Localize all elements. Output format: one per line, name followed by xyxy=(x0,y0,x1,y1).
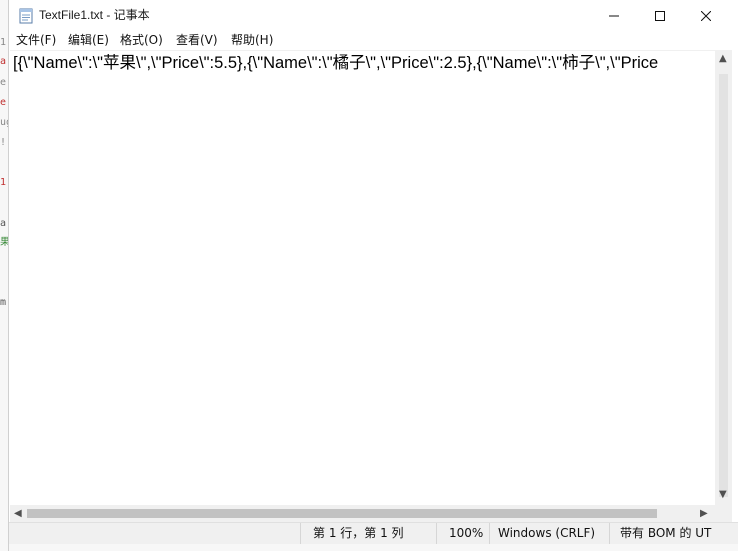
notepad-window: TextFile1.txt - 记事本 文件(F) 编辑(E) 格式(O) 查看… xyxy=(8,0,738,551)
bg-fragment: e xyxy=(0,97,7,108)
maximize-button[interactable] xyxy=(637,0,683,31)
text-editor[interactable]: [{\"Name\":\"苹果\",\"Price\":5.5},{\"Name… xyxy=(10,50,715,506)
scroll-up-icon[interactable]: ▲ xyxy=(719,54,727,64)
window-bottom-edge xyxy=(9,544,738,551)
menu-view[interactable]: 查看(V) xyxy=(176,31,218,50)
status-encoding: 带有 BOM 的 UT xyxy=(609,523,719,544)
bg-fragment: ! xyxy=(0,137,7,148)
bg-fragment: m xyxy=(0,297,7,308)
minimize-button[interactable] xyxy=(591,0,637,31)
scroll-left-icon[interactable]: ◀ xyxy=(14,509,22,519)
bg-fragment: 1 xyxy=(0,177,7,188)
bg-fragment: a xyxy=(0,218,7,229)
horizontal-scroll-thumb[interactable] xyxy=(27,509,657,518)
status-zoom: 100% xyxy=(436,523,489,544)
close-button[interactable] xyxy=(683,0,729,31)
menu-edit[interactable]: 编辑(E) xyxy=(68,31,109,50)
menu-bar: 文件(F) 编辑(E) 格式(O) 查看(V) 帮助(H) xyxy=(9,31,738,50)
vertical-scroll-track[interactable] xyxy=(719,74,728,497)
title-bar[interactable]: TextFile1.txt - 记事本 xyxy=(9,0,738,31)
bg-fragment: 1 xyxy=(0,37,7,48)
menu-format[interactable]: 格式(O) xyxy=(120,31,163,50)
vertical-scrollbar[interactable]: ▲ ▼ xyxy=(715,50,732,505)
status-line-ending: Windows (CRLF) xyxy=(489,523,609,544)
horizontal-scrollbar[interactable]: ◀ ▶ xyxy=(10,505,715,522)
scroll-corner xyxy=(715,505,732,522)
scroll-right-icon[interactable]: ▶ xyxy=(700,509,708,519)
menu-help[interactable]: 帮助(H) xyxy=(231,31,273,50)
bg-fragment: e xyxy=(0,77,7,88)
maximize-icon xyxy=(655,6,665,25)
status-position: 第 1 行，第 1 列 xyxy=(300,523,436,544)
window-title: TextFile1.txt - 记事本 xyxy=(39,8,150,22)
notepad-icon xyxy=(18,7,34,24)
editor-content[interactable]: [{\"Name\":\"苹果\",\"Price\":5.5},{\"Name… xyxy=(13,52,658,74)
close-icon xyxy=(700,6,712,25)
scroll-down-icon[interactable]: ▼ xyxy=(719,490,727,500)
minimize-icon xyxy=(609,6,619,25)
menu-file[interactable]: 文件(F) xyxy=(16,31,56,50)
bg-fragment: a xyxy=(0,56,7,67)
status-bar: 第 1 行，第 1 列 100% Windows (CRLF) 带有 BOM 的… xyxy=(9,522,738,544)
